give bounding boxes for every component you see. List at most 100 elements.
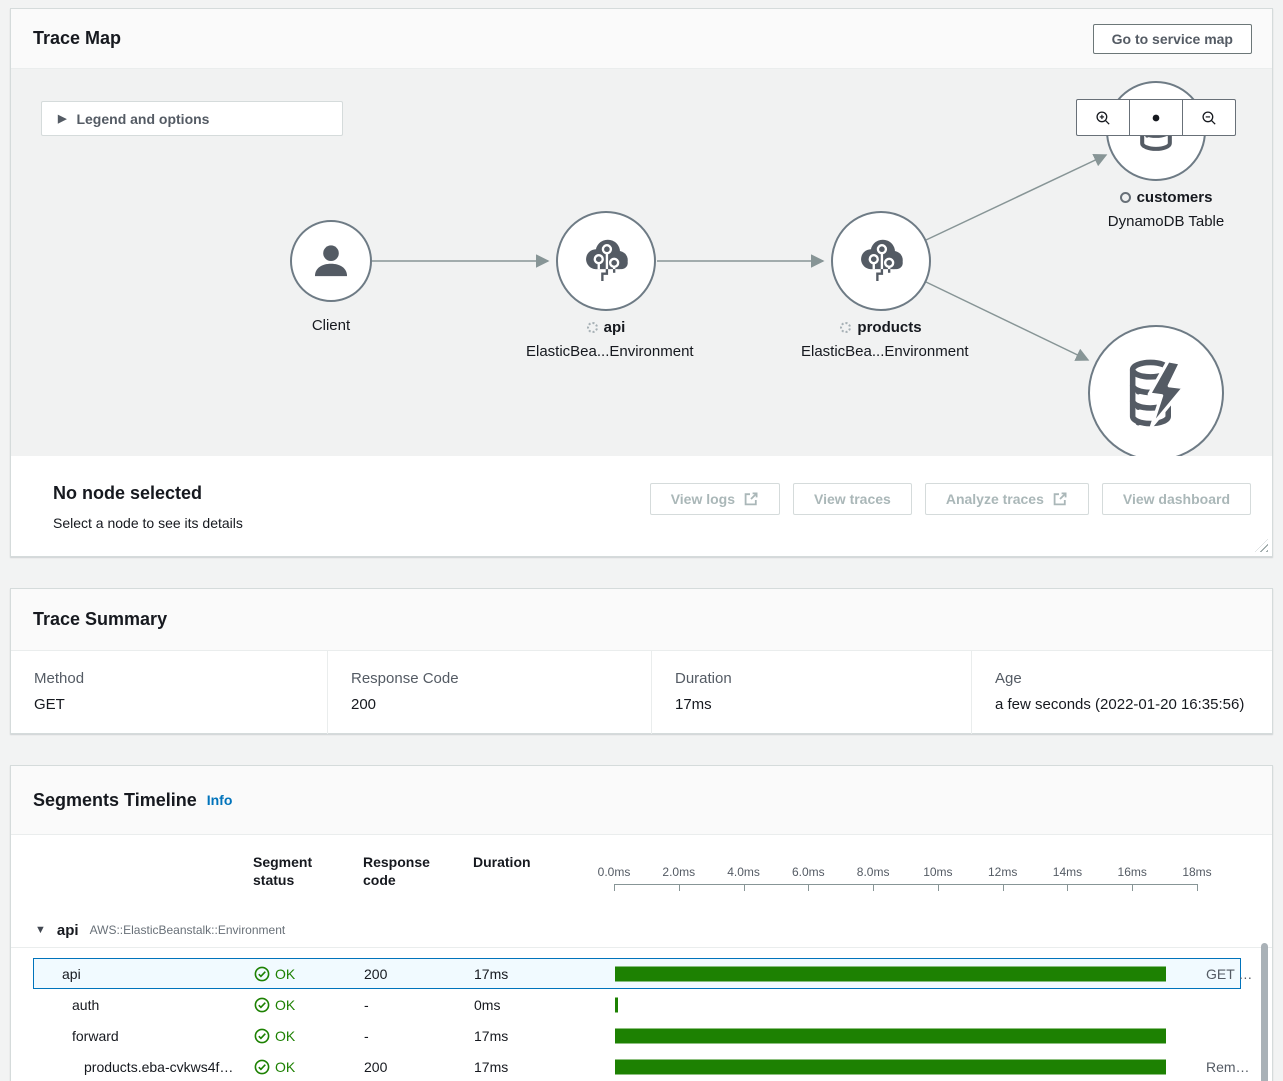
timeline-bar (615, 997, 618, 1012)
column-header-duration: Duration (473, 853, 553, 871)
caret-right-icon: ▶ (58, 112, 66, 125)
segments-timeline-panel: Segments Timeline Info Segment status Re… (10, 765, 1273, 1081)
zoom-out-button[interactable] (1182, 99, 1236, 136)
check-circle-icon (254, 997, 270, 1013)
table-row[interactable]: auth OK - 0ms (33, 989, 1241, 1020)
summary-field-response-code: Response Code 200 (327, 651, 651, 734)
elastic-beanstalk-icon (852, 232, 910, 290)
node-label-customers: customers DynamoDB Table (1086, 189, 1246, 230)
node-client[interactable] (290, 220, 372, 302)
node-name: customers (1086, 189, 1246, 206)
dynamodb-lightning-icon (1116, 353, 1196, 433)
node-api[interactable] (556, 211, 656, 311)
segment-name: auth (72, 997, 99, 1013)
status-badge: OK (254, 1028, 295, 1044)
field-label: Duration (675, 670, 961, 687)
axis-tick-label: 4.0ms (727, 865, 760, 879)
timeline-track (615, 966, 1198, 981)
axis-tick-label: 12ms (988, 865, 1017, 879)
timeline-bar (615, 1028, 1166, 1043)
segment-group-row[interactable]: ▼ api AWS::ElasticBeanstalk::Environment (11, 913, 1272, 948)
node-dynamodb[interactable] (1088, 325, 1224, 456)
axis-tick-label: 0.0ms (598, 865, 631, 879)
edge-products-customers (926, 155, 1106, 240)
table-row[interactable]: forward OK - 17ms (33, 1020, 1241, 1051)
group-type: AWS::ElasticBeanstalk::Environment (90, 923, 286, 937)
segments-table-header: Segment status Response code Duration 0.… (11, 835, 1272, 913)
column-header-response-code: Response code (363, 853, 443, 889)
timeline-axis: 0.0ms2.0ms4.0ms6.0ms8.0ms10ms12ms14ms16m… (614, 865, 1197, 895)
trace-map-canvas[interactable]: ▶ Legend and options Client (11, 69, 1272, 456)
external-link-icon (743, 491, 759, 507)
axis-tick-mark (873, 884, 874, 891)
summary-field-method: Method GET (11, 651, 327, 734)
status-badge: OK (254, 1059, 295, 1075)
timeline-track (615, 997, 1198, 1012)
node-name: api (526, 319, 686, 336)
node-type: ElasticBea...Environment (526, 343, 686, 360)
field-label: Age (995, 670, 1262, 687)
axis-tick-mark (1003, 884, 1004, 891)
info-link[interactable]: Info (207, 792, 233, 808)
node-type: DynamoDB Table (1086, 213, 1246, 230)
duration-cell: 0ms (474, 997, 500, 1013)
footer-buttons: View logs View traces Analyze traces (650, 483, 1251, 556)
zoom-out-icon (1201, 110, 1217, 126)
status-ring-icon (587, 322, 598, 333)
bar-label: Rem… (1206, 1059, 1250, 1075)
node-products[interactable] (831, 211, 931, 311)
caret-down-icon: ▼ (35, 924, 46, 936)
timeline-axis-line (614, 884, 1197, 885)
field-value: GET (34, 696, 317, 713)
zoom-reset-button[interactable] (1129, 99, 1183, 136)
trace-summary-fields: Method GET Response Code 200 Duration 17… (11, 651, 1272, 734)
axis-tick-mark (1067, 884, 1068, 891)
zoom-in-button[interactable] (1076, 99, 1130, 136)
no-node-selected-title: No node selected (53, 483, 243, 504)
elastic-beanstalk-icon (577, 232, 635, 290)
table-row[interactable]: api OK 200 17ms GET … (33, 958, 1241, 989)
node-label-client: Client (261, 317, 401, 334)
view-dashboard-button[interactable]: View dashboard (1102, 483, 1251, 515)
axis-tick-label: 2.0ms (662, 865, 695, 879)
zoom-in-icon (1095, 110, 1111, 126)
timeline-track (615, 1059, 1198, 1074)
response-code-cell: - (364, 997, 369, 1013)
analyze-traces-button[interactable]: Analyze traces (925, 483, 1089, 515)
duration-cell: 17ms (474, 1059, 508, 1075)
node-details-footer: No node selected Select a node to see it… (11, 457, 1272, 556)
timeline-bar (615, 966, 1166, 981)
segments-rows: api OK 200 17ms GET … auth (11, 958, 1272, 1081)
view-logs-button[interactable]: View logs (650, 483, 780, 515)
status-badge: OK (254, 997, 295, 1013)
trace-map-header: Trace Map Go to service map (11, 9, 1272, 69)
node-type: ElasticBea...Environment (801, 343, 961, 360)
axis-tick-label: 10ms (923, 865, 952, 879)
trace-summary-header: Trace Summary (11, 589, 1272, 651)
group-name: api (57, 922, 79, 939)
check-circle-icon (254, 1059, 270, 1075)
axis-tick-label: 18ms (1182, 865, 1211, 879)
axis-tick-mark (808, 884, 809, 891)
field-label: Response Code (351, 670, 641, 687)
trace-map-panel: Trace Map Go to service map ▶ Legend and… (10, 8, 1273, 557)
map-zoom-controls (1076, 99, 1236, 136)
response-code-cell: 200 (364, 966, 387, 982)
node-name: products (801, 319, 961, 336)
field-value: 200 (351, 696, 641, 713)
go-to-service-map-button[interactable]: Go to service map (1093, 24, 1252, 54)
legend-toggle-label: Legend and options (76, 111, 209, 127)
view-traces-button[interactable]: View traces (793, 483, 912, 515)
duration-cell: 17ms (474, 966, 508, 982)
axis-tick-mark (1197, 884, 1198, 891)
vertical-scrollbar[interactable] (1261, 943, 1268, 1081)
table-row[interactable]: products.eba-cvkws4f… OK 200 17ms Rem… (33, 1051, 1241, 1081)
axis-tick-label: 8.0ms (857, 865, 890, 879)
no-node-selected-subtitle: Select a node to see its details (53, 515, 243, 531)
bar-label: GET … (1206, 966, 1252, 982)
axis-tick-label: 16ms (1118, 865, 1147, 879)
check-circle-icon (254, 1028, 270, 1044)
status-ring-icon (840, 322, 851, 333)
legend-and-options-toggle[interactable]: ▶ Legend and options (41, 101, 343, 136)
trace-summary-title: Trace Summary (33, 609, 167, 630)
